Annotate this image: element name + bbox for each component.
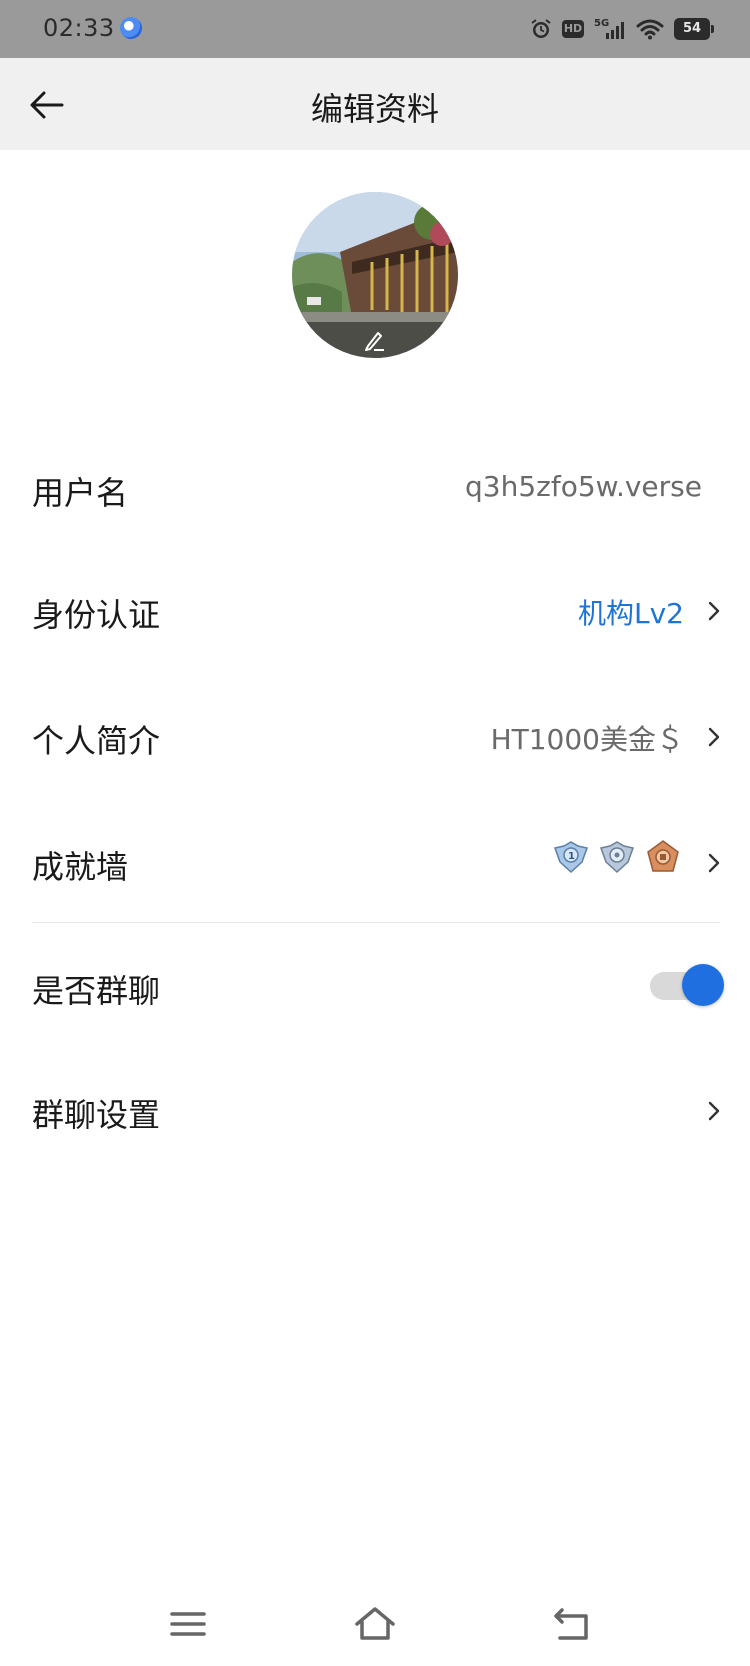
system-nav-bar [0,1586,750,1666]
back-nav-icon[interactable] [550,1604,594,1644]
identity-value: 机构Lv2 [578,597,684,630]
hd-icon: HD [562,20,584,38]
identity-row[interactable]: 身份认证 机构Lv2 [0,562,750,662]
group-settings-row[interactable]: 群聊设置 [0,1062,750,1162]
bio-row[interactable]: 个人简介 HT1000美金＄ [0,688,750,788]
status-bar: 02:33 HD 5G 54 [0,0,750,58]
toggle-knob [682,964,724,1006]
svg-text:1: 1 [568,851,575,862]
group-chat-row: 是否群聊 [0,938,750,1038]
avatar-edit-overlay[interactable] [292,322,458,358]
alarm-icon [531,19,551,38]
app-header: 编辑资料 [0,58,750,150]
avatar[interactable] [292,192,458,358]
pencil-icon [365,332,384,351]
battery-icon: 54 [674,18,714,40]
section-divider [32,922,720,923]
svg-text:5G: 5G [594,18,609,29]
username-label: 用户名 [32,474,129,512]
bio-label: 个人简介 [32,722,161,760]
chevron-right-icon [708,601,720,621]
chevron-right-icon [708,727,720,747]
badge-icon-1: 1 [554,841,588,874]
menu-icon[interactable] [166,1604,210,1644]
achievements-row[interactable]: 成就墙 1 [0,814,750,914]
group-chat-toggle[interactable] [650,962,724,1006]
status-time: 02:33 [43,14,115,42]
edit-profile-screen: 02:33 HD 5G 54 编辑资料 用户名 q3h5zfo5w.verse … [0,0,750,1666]
chevron-right-icon [708,1101,720,1121]
page-title: 编辑资料 [310,90,439,128]
achievements-label: 成就墙 [32,848,129,886]
status-icons: HD 5G 54 [530,14,714,44]
bio-value: HT1000美金＄ [490,723,684,756]
home-icon[interactable] [353,1604,397,1644]
username-row: 用户名 q3h5zfo5w.verse [0,440,750,540]
group-chat-label: 是否群聊 [32,972,161,1010]
app-notification-icon [120,17,142,39]
identity-label: 身份认证 [32,596,161,634]
badge-icon-2 [600,841,634,874]
group-settings-label: 群聊设置 [32,1096,161,1134]
badge-icon-3 [647,840,679,872]
wifi-icon [636,19,664,40]
signal-5g-icon: 5G [594,18,624,39]
achievement-badges: 1 [552,838,682,876]
username-value: q3h5zfo5w.verse [464,470,702,503]
chevron-right-icon [708,853,720,873]
